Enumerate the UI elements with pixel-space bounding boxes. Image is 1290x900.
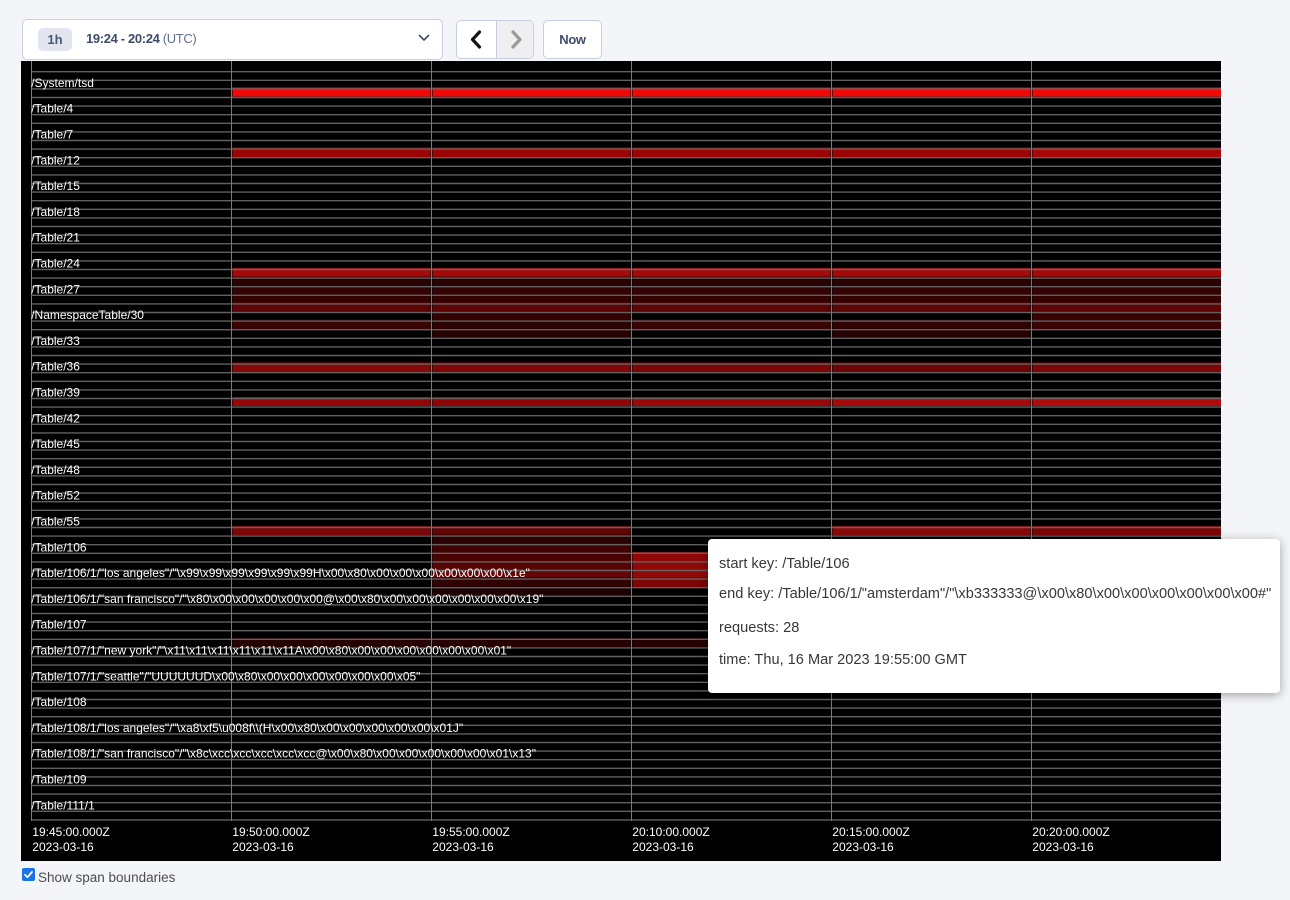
svg-text:/Table/55: /Table/55 bbox=[31, 515, 80, 529]
svg-text:19:45:00.000Z: 19:45:00.000Z bbox=[32, 825, 109, 839]
svg-text:2023-03-16: 2023-03-16 bbox=[1032, 840, 1094, 854]
svg-text:/Table/106/1/"los angeles"/"\x: /Table/106/1/"los angeles"/"\x99\x99\x99… bbox=[31, 566, 530, 580]
svg-text:/Table/18: /Table/18 bbox=[31, 205, 80, 219]
svg-text:/Table/108/1/"san francisco"/": /Table/108/1/"san francisco"/"\x8c\xcc\x… bbox=[31, 747, 536, 761]
svg-text:/Table/45: /Table/45 bbox=[31, 437, 80, 451]
svg-text:/Table/109: /Table/109 bbox=[31, 773, 87, 787]
svg-text:20:10:00.000Z: 20:10:00.000Z bbox=[632, 825, 709, 839]
svg-text:/Table/42: /Table/42 bbox=[31, 411, 80, 425]
svg-text:/Table/107/1/"seattle"/"UUUUUU: /Table/107/1/"seattle"/"UUUUUUD\x00\x80\… bbox=[31, 669, 420, 683]
svg-text:/Table/107: /Table/107 bbox=[31, 618, 87, 632]
svg-text:/Table/24: /Table/24 bbox=[31, 257, 80, 271]
svg-text:19:55:00.000Z: 19:55:00.000Z bbox=[432, 825, 509, 839]
svg-text:/Table/12: /Table/12 bbox=[31, 153, 80, 167]
svg-text:2023-03-16: 2023-03-16 bbox=[632, 840, 694, 854]
svg-text:2023-03-16: 2023-03-16 bbox=[32, 840, 94, 854]
svg-text:/Table/111/1: /Table/111/1 bbox=[31, 798, 95, 812]
svg-text:/Table/108: /Table/108 bbox=[31, 695, 87, 709]
svg-text:19:50:00.000Z: 19:50:00.000Z bbox=[232, 825, 309, 839]
svg-text:/Table/52: /Table/52 bbox=[31, 489, 80, 503]
svg-text:/Table/21: /Table/21 bbox=[31, 231, 80, 245]
svg-text:/Table/48: /Table/48 bbox=[31, 463, 80, 477]
svg-text:/Table/7: /Table/7 bbox=[31, 128, 73, 142]
svg-text:/Table/27: /Table/27 bbox=[31, 282, 80, 296]
svg-text:/Table/15: /Table/15 bbox=[31, 179, 80, 193]
svg-text:/System/tsd: /System/tsd bbox=[31, 76, 94, 90]
svg-text:/Table/33: /Table/33 bbox=[31, 334, 80, 348]
svg-text:/Table/36: /Table/36 bbox=[31, 360, 80, 374]
svg-text:/Table/106: /Table/106 bbox=[31, 540, 87, 554]
svg-text:/Table/107/1/"new york"/"\x11\: /Table/107/1/"new york"/"\x11\x11\x11\x1… bbox=[31, 644, 511, 658]
svg-text:/Table/4: /Table/4 bbox=[31, 102, 73, 116]
svg-text:2023-03-16: 2023-03-16 bbox=[232, 840, 294, 854]
svg-text:20:15:00.000Z: 20:15:00.000Z bbox=[832, 825, 909, 839]
svg-text:2023-03-16: 2023-03-16 bbox=[832, 840, 894, 854]
svg-text:2023-03-16: 2023-03-16 bbox=[432, 840, 494, 854]
svg-text:/Table/106/1/"san francisco"/": /Table/106/1/"san francisco"/"\x80\x00\x… bbox=[31, 592, 543, 606]
svg-text:/Table/108/1/"los angeles"/"\x: /Table/108/1/"los angeles"/"\xa8\xf5\u00… bbox=[31, 721, 463, 735]
svg-text:/Table/39: /Table/39 bbox=[31, 386, 80, 400]
svg-text:/NamespaceTable/30: /NamespaceTable/30 bbox=[31, 308, 144, 322]
svg-text:20:20:00.000Z: 20:20:00.000Z bbox=[1032, 825, 1109, 839]
